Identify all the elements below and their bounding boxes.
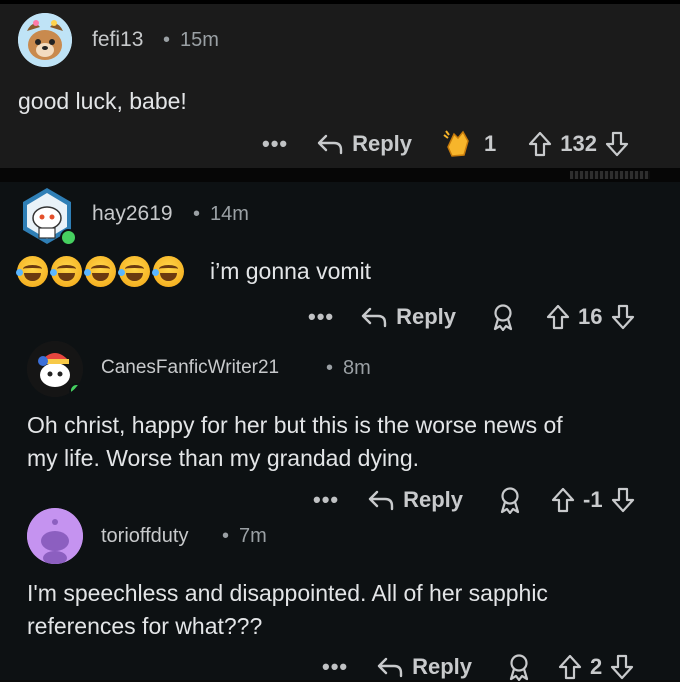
avatar[interactable] [27,508,83,564]
avatar[interactable] [18,13,72,67]
panel-divider [0,168,680,182]
reply-arrow-icon [360,306,388,328]
reply-button[interactable]: Reply [376,654,472,680]
reply-arrow-icon [367,489,395,511]
vote-control: 132 [528,131,629,157]
reply-label: Reply [403,487,464,512]
laughing-crying-emoji-icon [50,256,82,287]
reply-arrow-icon [376,656,404,678]
laughing-crying-emoji-icon [152,256,184,287]
comment-text: good luck, babe! [18,88,187,114]
more-options-button[interactable]: ••• [308,304,334,330]
vote-score: 2 [590,654,603,679]
laughing-crying-emoji-icon [84,256,116,287]
vote-score: -1 [583,487,603,512]
comment-text-line: Oh christ, happy for her but this is the… [27,412,563,438]
dog-avatar-icon [18,13,72,67]
comment-actions: ••• Reply 1 132 [262,129,629,159]
more-options-button[interactable]: ••• [313,487,339,513]
top-divider [0,0,680,4]
downvote-icon[interactable] [611,487,635,513]
award-icon[interactable] [497,486,523,514]
timestamp: 14m [210,203,249,225]
more-options-button[interactable]: ••• [262,131,288,157]
downvote-icon[interactable] [605,131,629,157]
comment-text-line: I'm speechless and disappointed. All of … [27,580,548,606]
timestamp: 15m [180,29,219,51]
upvote-icon[interactable] [558,654,582,680]
online-status-dot [60,229,77,246]
comment-text: i’m gonna vomit [210,258,372,284]
reply-label: Reply [352,131,413,156]
award-icon[interactable] [490,303,516,331]
reply-button[interactable]: Reply [360,304,456,330]
award-count: 1 [484,131,497,156]
clapping-award-icon [442,129,474,159]
upvote-icon[interactable] [551,487,575,513]
downvote-icon[interactable] [610,654,634,680]
upvote-icon[interactable] [546,304,570,330]
separator-dot: • [193,203,201,225]
reply-label: Reply [412,654,473,679]
reply-label: Reply [396,304,457,329]
reply-button[interactable]: Reply [367,487,463,513]
comment-actions: ••• Reply 2 [322,652,634,682]
emoji-row [16,256,187,287]
username[interactable]: fefi13 [92,28,143,52]
tiny-caption [570,171,650,179]
username[interactable]: torioffduty [101,525,188,548]
downvote-icon[interactable] [611,304,635,330]
avatar[interactable] [27,341,83,397]
laughing-crying-emoji-icon [118,256,150,287]
vote-score: 132 [560,131,597,156]
comment-actions: ••• Reply 16 [308,302,635,332]
reply-button[interactable]: Reply [316,131,412,157]
vote-control: 2 [558,654,634,680]
award-icon[interactable] [506,653,532,681]
online-status-dot [69,383,83,397]
vote-score: 16 [578,304,603,329]
username[interactable]: hay2619 [92,202,173,226]
award-button[interactable]: 1 [442,129,496,159]
timestamp: 7m [239,525,267,547]
separator-dot: • [163,29,171,51]
more-options-button[interactable]: ••• [322,654,348,680]
laughing-crying-emoji-icon [16,256,48,287]
reply-arrow-icon [316,133,344,155]
avatar-container[interactable] [17,186,77,246]
timestamp: 8m [343,357,371,379]
vote-control: 16 [546,304,634,330]
comment-actions: ••• Reply -1 [313,485,635,515]
vote-control: -1 [551,487,635,513]
separator-dot: • [326,357,334,379]
default-snoo-avatar-icon [27,508,83,564]
upvote-icon[interactable] [528,131,552,157]
separator-dot: • [222,525,230,547]
comment-text-line: my life. Worse than my grandad dying. [27,445,420,471]
comment-text-line: references for what??? [27,613,263,639]
username[interactable]: CanesFanficWriter21 [101,357,279,379]
